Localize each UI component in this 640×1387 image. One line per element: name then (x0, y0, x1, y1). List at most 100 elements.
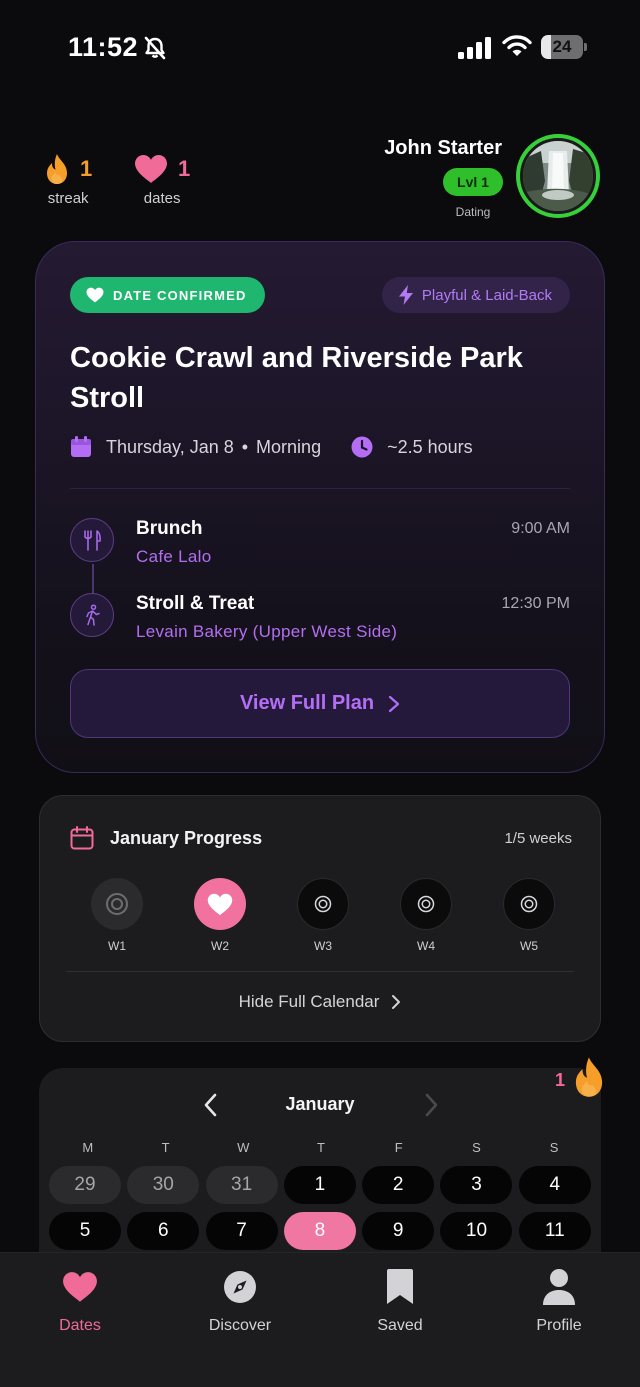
tab-label: Dates (59, 1317, 101, 1334)
stop-name: Stroll & Treat (136, 593, 255, 614)
plan-duration-text: ~2.5 hours (387, 436, 473, 457)
progress-title: January Progress (110, 827, 263, 848)
vibe-tag: Playful & Laid-Back (381, 277, 570, 313)
plan-day: Thursday, Jan 8 (106, 436, 234, 457)
chevron-right-icon (392, 995, 401, 1009)
avatar[interactable] (516, 134, 600, 218)
tab-label: Discover (208, 1317, 272, 1334)
date-plan-card: DATE CONFIRMED Playful & Laid-Back Cooki… (35, 241, 605, 773)
week-indicator[interactable]: W5 (502, 878, 556, 953)
week-label: W1 (108, 939, 126, 953)
calendar-day[interactable]: 7 (205, 1212, 278, 1250)
stop-icon-circle (70, 518, 114, 562)
dates-stat: 1 dates (134, 152, 190, 207)
week-indicator[interactable]: W3 (296, 878, 350, 953)
monthly-progress-card: January Progress 1/5 weeks W1 W2 W3 W4 W… (39, 795, 601, 1042)
calendar-day[interactable]: 6 (127, 1212, 200, 1250)
calendar-icon (71, 436, 91, 457)
clock-icon (351, 436, 373, 458)
calendar-day[interactable]: 3 (440, 1166, 513, 1204)
streak-badge-count: 1 (555, 1069, 566, 1090)
week-label: W4 (417, 939, 435, 953)
itinerary-stop[interactable]: Stroll & Treat Levain Bakery (Upper West… (70, 587, 570, 647)
calendar-day[interactable]: 2 (362, 1166, 435, 1204)
target-icon (417, 895, 435, 913)
status-badge-label: DATE CONFIRMED (113, 287, 247, 303)
target-icon (314, 895, 332, 913)
week-label: W3 (314, 939, 332, 953)
calendar-icon (70, 826, 94, 850)
calendar-day[interactable]: 5 (49, 1212, 121, 1250)
plan-duration: ~2.5 hours (351, 436, 473, 458)
stop-place[interactable]: Levain Bakery (Upper West Side) (136, 622, 397, 642)
weekday-label: W (237, 1140, 250, 1155)
calendar-day[interactable]: 4 (518, 1166, 591, 1204)
plan-time-of-day: Morning (256, 436, 322, 457)
card-divider (70, 488, 570, 489)
streak-badge: 1 (555, 1056, 607, 1098)
tab-saved[interactable]: Saved (340, 1267, 460, 1335)
calendar-day-selected[interactable]: 8 (283, 1212, 356, 1250)
plan-meta: Thursday, Jan 8 • Morning ~2.5 hours (70, 436, 473, 458)
progress-count: 1/5 weeks (504, 830, 572, 847)
tab-profile[interactable]: Profile (499, 1267, 619, 1335)
calendar-day[interactable]: 10 (440, 1212, 513, 1250)
calendar-day[interactable]: 9 (362, 1212, 435, 1250)
progress-header: January Progress (70, 826, 262, 850)
week-indicator[interactable]: W2 (193, 878, 247, 953)
bell-muted-icon (144, 36, 166, 60)
heart-icon (86, 287, 104, 303)
view-full-plan-label: View Full Plan (239, 692, 375, 714)
streak-stat: 1 streak (44, 152, 92, 207)
lightning-icon (398, 285, 413, 305)
weekday-header: MTWTFSS (49, 1140, 593, 1155)
tab-label: Saved (377, 1317, 423, 1334)
calendar-day[interactable]: 29 (49, 1166, 121, 1204)
vibe-label: Playful & Laid-Back (421, 286, 552, 304)
heart-icon (207, 893, 233, 915)
status-time: 11:52 (68, 32, 139, 62)
weekday-label: F (394, 1140, 403, 1155)
chevron-right-icon (388, 695, 400, 712)
itinerary-stop[interactable]: Brunch Cafe Lalo 9:00 AM (70, 512, 570, 572)
dates-label: dates (143, 190, 181, 207)
hide-calendar-button[interactable]: Hide Full Calendar (40, 992, 600, 1012)
calendar-grid: 29 30 31 1 2 3 4 5 6 7 8 9 10 11 (49, 1166, 595, 1250)
target-icon (520, 895, 538, 913)
streak-label: streak (47, 190, 89, 207)
week-progress-row: W1 W2 W3 W4 W5 (90, 878, 556, 953)
cellular-signal-icon (458, 37, 491, 59)
weekday-label: S (472, 1140, 481, 1155)
bottom-tab-bar: Dates Discover Saved Profile (0, 1252, 640, 1387)
weekday-label: T (317, 1140, 325, 1155)
stop-icon-circle (70, 593, 114, 637)
avatar-photo (523, 141, 593, 211)
compass-icon (224, 1271, 256, 1303)
target-icon (106, 893, 128, 915)
week-indicator[interactable]: W4 (399, 878, 453, 953)
month-calendar: January MTWTFSS 29 30 31 1 2 3 4 5 6 7 8 9 10 11 (39, 1068, 601, 1268)
dates-count: 1 (178, 156, 191, 181)
tab-discover[interactable]: Discover (180, 1267, 300, 1335)
week-label: W5 (520, 939, 538, 953)
flame-icon (575, 1057, 603, 1097)
stop-time: 12:30 PM (501, 595, 570, 612)
weekday-label: S (549, 1140, 559, 1155)
user-name: John Starter (384, 137, 502, 159)
stop-time: 9:00 AM (511, 520, 570, 537)
week-indicator[interactable]: W1 (90, 878, 144, 953)
week-label: W2 (211, 939, 229, 953)
heart-icon (135, 155, 167, 183)
calendar-day[interactable]: 11 (518, 1212, 591, 1250)
calendar-day[interactable]: 30 (127, 1166, 200, 1204)
view-full-plan-button[interactable]: View Full Plan (70, 669, 570, 738)
tab-dates[interactable]: Dates (20, 1267, 140, 1335)
weekday-label: T (161, 1140, 170, 1155)
calendar-day[interactable]: 31 (205, 1166, 278, 1204)
streak-count: 1 (80, 156, 93, 181)
chevron-right-icon[interactable] (419, 1090, 443, 1120)
wifi-icon (502, 35, 532, 56)
stop-place[interactable]: Cafe Lalo (136, 547, 211, 567)
calendar-day[interactable]: 1 (283, 1166, 356, 1204)
level-badge: Lvl 1 (443, 168, 503, 196)
